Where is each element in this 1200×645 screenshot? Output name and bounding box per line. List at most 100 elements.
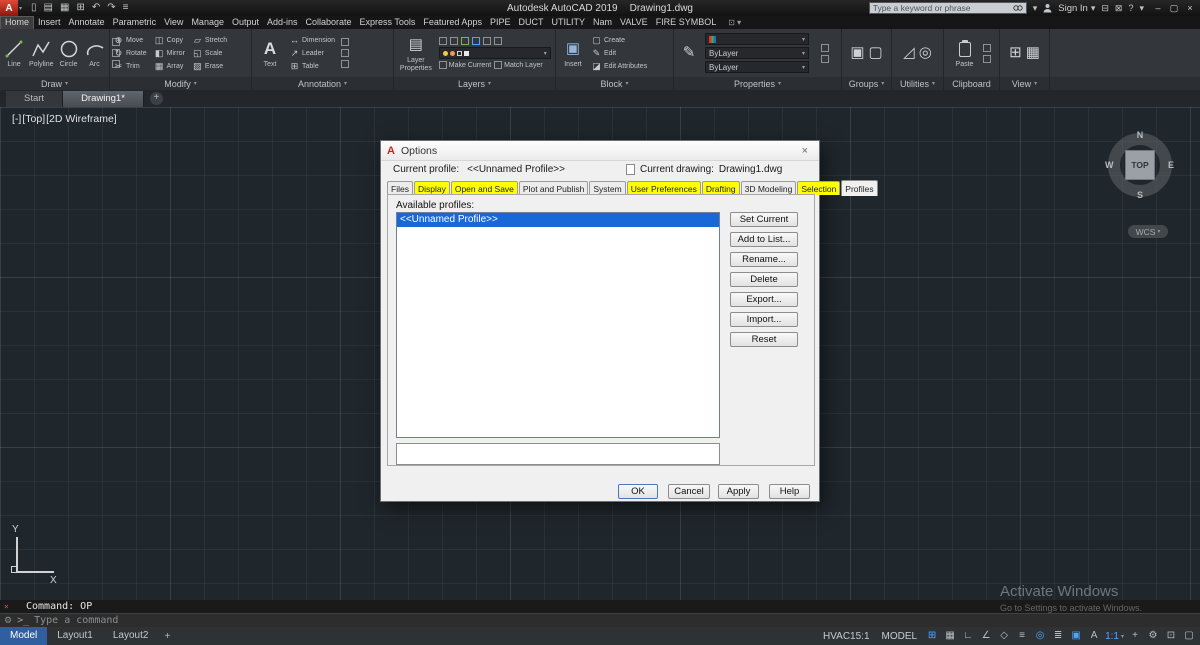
table-tool[interactable]: ⊞Table: [289, 61, 335, 72]
viewport-view-control[interactable]: [Top]: [22, 113, 45, 125]
erase-tool[interactable]: ▨Erase: [192, 61, 227, 72]
tab-3d-modeling[interactable]: 3D Modeling: [741, 181, 797, 195]
clipboard-panel-label[interactable]: Clipboard: [944, 77, 999, 90]
scale-tool[interactable]: ◱Scale: [192, 48, 227, 59]
ribbon-tab-view[interactable]: View: [160, 16, 187, 29]
annotation-scale-button[interactable]: 1:1▾: [1105, 631, 1124, 642]
ribbon-tab-output[interactable]: Output: [228, 16, 263, 29]
object-color-dropdown[interactable]: ▾: [705, 33, 809, 45]
properties-extra-tools[interactable]: [821, 44, 829, 63]
line-tool[interactable]: Line: [3, 38, 25, 68]
tab-system[interactable]: System: [589, 181, 625, 195]
command-input[interactable]: [34, 615, 1200, 626]
ribbon-tab-fire-symbol[interactable]: FIRE SYMBOL: [652, 16, 721, 29]
layer-tools-row[interactable]: [439, 37, 552, 45]
base-view-icon[interactable]: ⊞: [1009, 43, 1022, 63]
command-input-row[interactable]: ⚙ >_: [0, 613, 1200, 627]
paste-tool[interactable]: Paste: [952, 38, 977, 68]
ribbon-tab-utility[interactable]: UTILITY: [547, 16, 589, 29]
file-tab-start[interactable]: Start: [6, 91, 63, 107]
ribbon-tab-collaborate[interactable]: Collaborate: [302, 16, 356, 29]
clean-screen-icon[interactable]: ▢: [1182, 628, 1196, 644]
linetype-dropdown[interactable]: ByLayer▾: [705, 47, 809, 59]
layers-panel-label[interactable]: Layers▾: [394, 77, 555, 90]
isometric-drafting-icon[interactable]: ◇: [997, 628, 1011, 644]
draw-panel-label[interactable]: Draw▾: [0, 77, 109, 90]
layout1-tab[interactable]: Layout1: [47, 627, 103, 645]
search-input[interactable]: [873, 3, 1010, 13]
snap-icon[interactable]: ▦: [943, 628, 957, 644]
circle-tool[interactable]: Circle: [58, 38, 80, 68]
ribbon-tab-parametric[interactable]: Parametric: [109, 16, 161, 29]
annotation-extra-tools[interactable]: [341, 38, 349, 68]
dynamic-input-icon[interactable]: ▣: [1069, 628, 1083, 644]
tab-drafting[interactable]: Drafting: [702, 181, 740, 195]
autocad-logo-icon[interactable]: A: [0, 0, 18, 16]
ribbon-tab-express-tools[interactable]: Express Tools: [356, 16, 420, 29]
set-current-button[interactable]: Set Current: [730, 212, 798, 227]
app-menu-chevron-icon[interactable]: ▾: [19, 5, 22, 12]
command-customize-icon[interactable]: ⚙: [4, 615, 12, 626]
rotate-tool[interactable]: ↻Rotate: [113, 48, 147, 59]
grid-icon[interactable]: ⊞: [925, 628, 939, 644]
lineweight-icon[interactable]: ≣: [1051, 628, 1065, 644]
tab-open-and-save[interactable]: Open and Save: [451, 181, 518, 195]
command-history[interactable]: × Command: OP: [0, 600, 1200, 613]
profile-list-item[interactable]: <<Unnamed Profile>>: [397, 213, 719, 227]
ribbon-tab-pipe[interactable]: PIPE: [486, 16, 515, 29]
edit-block-tool[interactable]: ✎Edit: [591, 48, 647, 59]
ok-button[interactable]: OK: [618, 484, 658, 499]
ribbon-tab-addins[interactable]: Add-ins: [263, 16, 302, 29]
model-tab[interactable]: Model: [0, 627, 47, 645]
new-layout-button[interactable]: +: [158, 631, 176, 642]
annotation-visibility-icon[interactable]: A: [1087, 628, 1101, 644]
command-close-icon[interactable]: ×: [4, 602, 9, 611]
make-current-tool[interactable]: Make Current: [439, 61, 491, 69]
reset-button[interactable]: Reset: [730, 332, 798, 347]
autoscale-icon[interactable]: +: [1128, 628, 1142, 644]
save-icon[interactable]: ▦: [60, 0, 69, 16]
block-panel-label[interactable]: Block▾: [556, 77, 673, 90]
help-icon[interactable]: ?: [1128, 1, 1133, 15]
autodesk-cloud-icon[interactable]: ⊠: [1115, 1, 1123, 15]
polar-tracking-icon[interactable]: ∠: [979, 628, 993, 644]
tab-user-preferences[interactable]: User Preferences: [627, 181, 701, 195]
help-button[interactable]: Help: [769, 484, 810, 499]
modify-panel-label[interactable]: Modify▾: [110, 77, 251, 90]
compass-east-label[interactable]: E: [1168, 160, 1174, 170]
search-icon[interactable]: [1013, 4, 1023, 13]
viewport-visual-style-control[interactable]: [2D Wireframe]: [46, 113, 117, 125]
ucs-selector[interactable]: WCS▾: [1128, 225, 1168, 238]
array-tool[interactable]: ▦Array: [154, 61, 185, 72]
ribbon-options-icon[interactable]: ⊡ ▾: [728, 18, 741, 27]
quick-select-icon[interactable]: ◎: [919, 43, 932, 63]
restore-icon[interactable]: ▢: [1166, 0, 1182, 16]
annotation-panel-label[interactable]: Annotation▾: [252, 77, 393, 90]
tab-plot-and-publish[interactable]: Plot and Publish: [519, 181, 588, 195]
viewport-icon[interactable]: ▦: [1026, 43, 1040, 63]
workspace-scale-label[interactable]: HVAC15:1: [819, 631, 874, 642]
new-file-icon[interactable]: ▯: [31, 0, 37, 16]
rename-button[interactable]: Rename...: [730, 252, 798, 267]
close-icon[interactable]: ×: [1182, 0, 1198, 16]
arc-tool[interactable]: Arc: [84, 38, 106, 68]
utilities-panel-label[interactable]: Utilities▾: [892, 77, 943, 90]
insert-block-tool[interactable]: ▣ Insert: [559, 38, 587, 68]
new-drawing-tab-button[interactable]: +: [150, 92, 163, 105]
clipboard-extra-tools[interactable]: [983, 44, 991, 63]
undo-icon[interactable]: ↶: [92, 0, 100, 16]
text-tool[interactable]: A Text: [255, 38, 285, 68]
object-snap-icon[interactable]: ◎: [1033, 628, 1047, 644]
polyline-tool[interactable]: Polyline: [29, 38, 54, 68]
plot-icon[interactable]: ⊞: [76, 0, 84, 16]
add-to-list-button[interactable]: Add to List...: [730, 232, 798, 247]
workspace-menu-icon[interactable]: ≡: [123, 0, 129, 16]
lineweight-dropdown[interactable]: ByLayer▾: [705, 61, 809, 73]
export-button[interactable]: Export...: [730, 292, 798, 307]
delete-button[interactable]: Delete: [730, 272, 798, 287]
view-panel-label[interactable]: View▾: [1000, 77, 1049, 90]
osnap-tracking-icon[interactable]: ≡: [1015, 628, 1029, 644]
ungroup-icon[interactable]: ▢: [869, 43, 883, 63]
ribbon-tab-annotate[interactable]: Annotate: [65, 16, 109, 29]
dialog-close-icon[interactable]: ×: [797, 145, 813, 157]
